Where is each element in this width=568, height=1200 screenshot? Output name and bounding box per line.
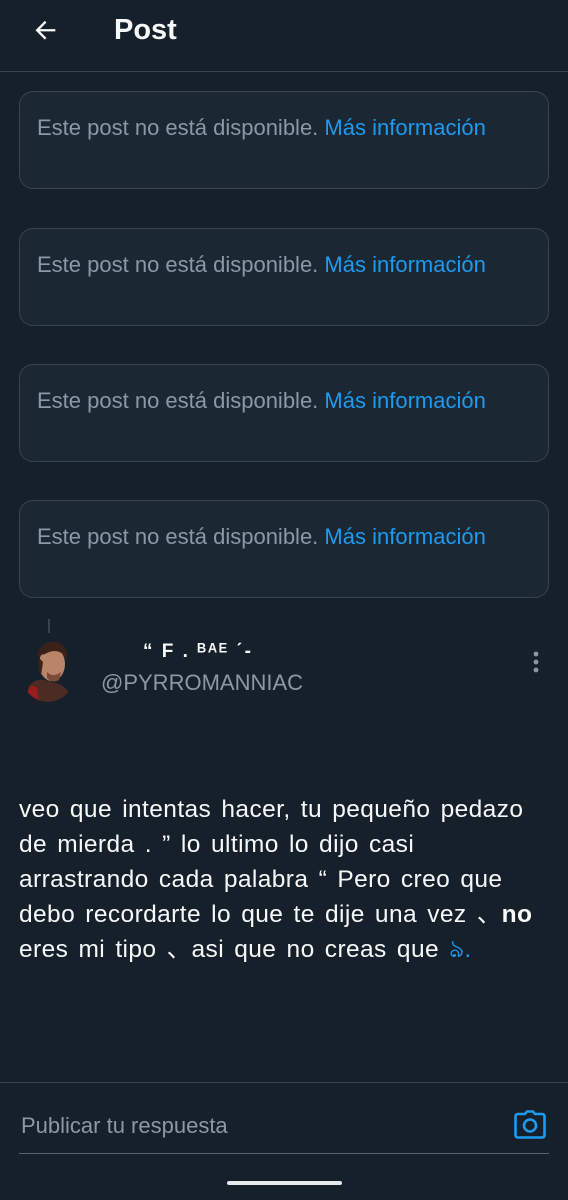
post-detail-screen: Post Este post no está disponible. Más i… — [0, 0, 568, 1200]
notice-text: Este post no está disponible. — [37, 115, 319, 140]
unavailable-post-notice: Este post no está disponible. Más inform… — [19, 500, 549, 598]
unavailable-post-notice: Este post no está disponible. Más inform… — [19, 228, 549, 326]
thread-connector-line — [48, 619, 50, 633]
learn-more-link[interactable]: Más información — [324, 524, 485, 549]
learn-more-link[interactable]: Más información — [324, 388, 485, 413]
author-handle[interactable]: @PYRROMANNIAC — [101, 668, 303, 698]
reply-composer — [0, 1082, 568, 1200]
arrow-left-icon — [35, 20, 56, 40]
unavailable-post-notice: Este post no está disponible. Más inform… — [19, 91, 549, 189]
reply-input-underline — [19, 1153, 549, 1154]
more-vertical-icon — [533, 651, 539, 673]
learn-more-link[interactable]: Más información — [324, 252, 485, 277]
back-button[interactable] — [26, 10, 66, 50]
notice-text: Este post no está disponible. — [37, 524, 319, 549]
top-app-bar: Post — [0, 0, 568, 72]
learn-more-link[interactable]: Más información — [324, 115, 485, 140]
home-indicator[interactable] — [227, 1181, 342, 1185]
reply-input[interactable] — [19, 1103, 493, 1149]
camera-button[interactable] — [512, 1107, 548, 1143]
page-title: Post — [114, 14, 177, 46]
notice-text: Este post no está disponible. — [37, 252, 319, 277]
post-text-part-1: veo que intentas hacer, tu pequeño pedaz… — [19, 796, 524, 928]
post-text-part-2: eres mi tipo 、asi que no creas que — [19, 936, 450, 963]
notice-text: Este post no está disponible. — [37, 388, 319, 413]
post-text-accent: ঌ. — [449, 936, 472, 963]
post-text-bold: no — [501, 901, 533, 928]
camera-icon — [514, 1110, 546, 1139]
avatar[interactable] — [19, 634, 77, 702]
unavailable-post-notice: Este post no está disponible. Más inform… — [19, 364, 549, 462]
author-display-name[interactable]: “ F . ᴮᴬᴱ ˊ- — [143, 638, 253, 666]
post-body: veo que intentas hacer, tu pequeño pedaz… — [19, 792, 549, 967]
more-options-button[interactable] — [522, 648, 550, 676]
